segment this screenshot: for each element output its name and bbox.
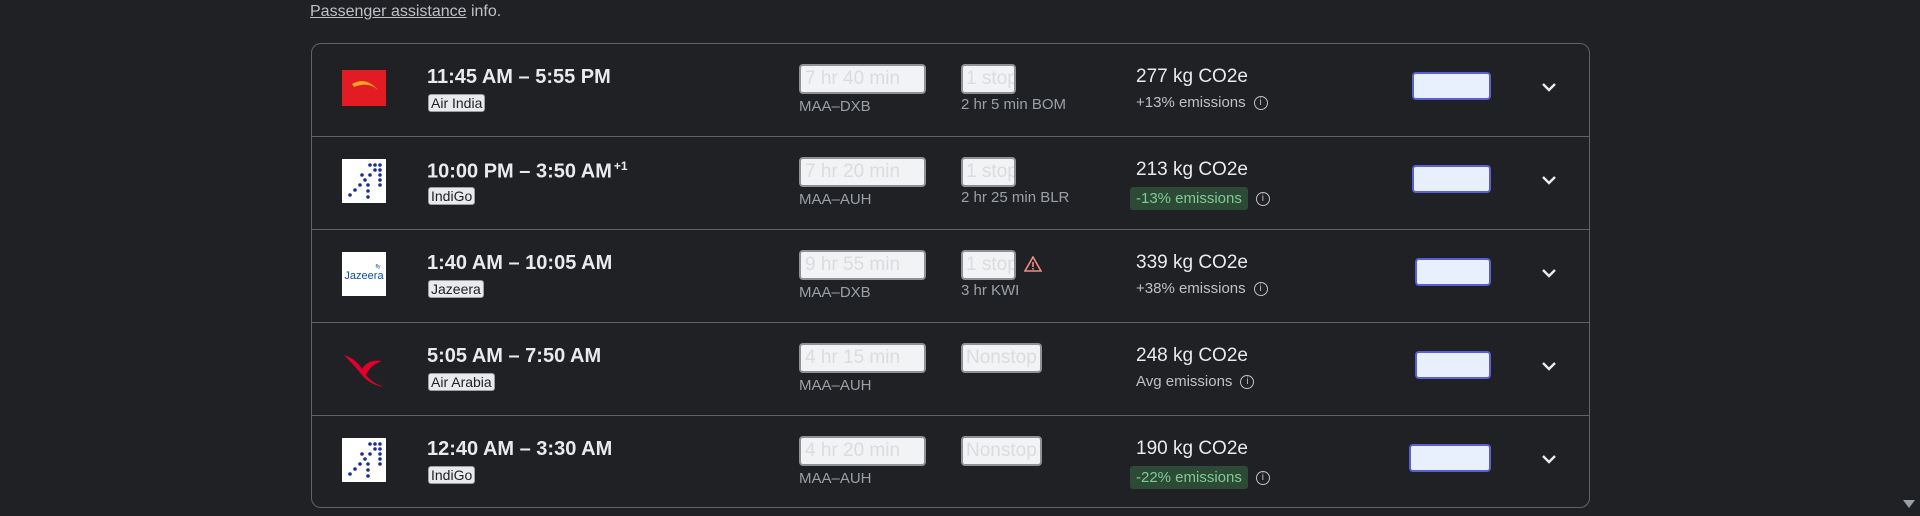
co2-value: 339 kg CO2e xyxy=(1136,252,1248,273)
svg-text:Jazeera: Jazeera xyxy=(344,270,384,282)
duration-field: 4 hr 15 min xyxy=(799,343,926,373)
air-india-logo xyxy=(342,70,386,106)
co2-value: 190 kg CO2e xyxy=(1136,438,1248,459)
emissions-text: +38% emissions xyxy=(1136,280,1246,297)
warning-icon xyxy=(1024,256,1042,272)
indigo-logo xyxy=(342,159,386,203)
co2-value: 213 kg CO2e xyxy=(1136,159,1248,180)
price-button[interactable] xyxy=(1412,165,1491,193)
airline-name: Air India xyxy=(428,94,486,112)
stops-field: 1 stop xyxy=(961,64,1016,94)
stops-field: Nonstop xyxy=(961,343,1042,373)
flight-results-list: 11:45 AM – 5:55 PM Air India 7 hr 40 min… xyxy=(311,43,1590,508)
flight-times: 1:40 AM – 10:05 AM xyxy=(427,252,613,274)
flight-times: 11:45 AM – 5:55 PM xyxy=(427,66,611,88)
duration-field: 4 hr 20 min xyxy=(799,436,926,466)
flight-row[interactable]: Jazeera fly 1:40 AM – 10:05 AM Jazeera 9… xyxy=(312,230,1589,323)
info-icon[interactable]: i xyxy=(1240,374,1255,389)
chevron-down-icon[interactable] xyxy=(1539,263,1559,283)
emissions-info: Avg emissions i xyxy=(1136,373,1255,390)
duration-field: 7 hr 20 min xyxy=(799,157,926,187)
price-button[interactable] xyxy=(1415,258,1491,286)
emissions-badge: -22% emissions xyxy=(1130,466,1248,489)
route-text: MAA–AUH xyxy=(799,191,872,208)
airline-name: Air Arabia xyxy=(428,373,495,391)
duration-field: 7 hr 40 min xyxy=(799,64,926,94)
price-button[interactable] xyxy=(1409,444,1491,472)
info-icon[interactable]: i xyxy=(1253,281,1268,296)
info-icon[interactable]: i xyxy=(1255,470,1270,485)
route-text: MAA–AUH xyxy=(799,377,872,394)
duration-field: 9 hr 55 min xyxy=(799,250,926,280)
svg-text:fly: fly xyxy=(376,264,382,270)
chevron-down-icon[interactable] xyxy=(1539,170,1559,190)
info-icon[interactable]: i xyxy=(1253,95,1268,110)
emissions-info: +38% emissions i xyxy=(1136,280,1268,297)
indigo-logo xyxy=(342,438,386,482)
stops-field: 1 stop xyxy=(961,157,1016,187)
passenger-assistance-note: Passenger assistance info. xyxy=(310,3,501,21)
price-button[interactable] xyxy=(1412,72,1491,100)
flight-times: 12:40 AM – 3:30 AM xyxy=(427,438,613,460)
chevron-down-icon[interactable] xyxy=(1539,356,1559,376)
route-text: MAA–DXB xyxy=(799,98,871,115)
air-arabia-logo xyxy=(342,349,386,387)
co2-value: 277 kg CO2e xyxy=(1136,66,1248,87)
layover-text: 2 hr 5 min BOM xyxy=(961,96,1067,113)
airline-name: IndiGo xyxy=(428,187,476,205)
flight-row[interactable]: 12:40 AM – 3:30 AM IndiGo 4 hr 20 min No… xyxy=(312,416,1589,507)
emissions-info: +13% emissions i xyxy=(1136,94,1268,111)
airline-name: IndiGo xyxy=(428,466,476,484)
airline-name: Jazeera xyxy=(428,280,484,298)
layover-text: 2 hr 25 min BLR xyxy=(961,189,1070,206)
layover-text: 3 hr KWI xyxy=(961,282,1020,299)
flight-times: 10:00 PM – 3:50 AM +1 xyxy=(427,159,628,183)
stops-field: Nonstop xyxy=(961,436,1042,466)
co2-value: 248 kg CO2e xyxy=(1136,345,1248,366)
flight-times: 5:05 AM – 7:50 AM xyxy=(427,345,602,367)
scroll-down-arrow[interactable] xyxy=(1903,500,1915,508)
day-offset: +1 xyxy=(613,159,628,173)
route-text: MAA–AUH xyxy=(799,470,872,487)
stops-field: 1 stop xyxy=(961,250,1016,280)
emissions-text: Avg emissions xyxy=(1136,373,1233,390)
flight-row[interactable]: 10:00 PM – 3:50 AM +1 IndiGo 7 hr 20 min … xyxy=(312,137,1589,230)
info-icon[interactable]: i xyxy=(1255,191,1270,206)
emissions-text: +13% emissions xyxy=(1136,94,1246,111)
passenger-assistance-link[interactable]: Passenger assistance xyxy=(310,3,467,20)
jazeera-logo: Jazeera fly xyxy=(342,252,386,296)
price-button[interactable] xyxy=(1415,351,1491,379)
emissions-info: -22% emissions i xyxy=(1130,466,1270,489)
chevron-down-icon[interactable] xyxy=(1539,449,1559,469)
note-suffix: info. xyxy=(466,3,502,20)
emissions-badge: -13% emissions xyxy=(1130,187,1248,210)
flight-row[interactable]: 11:45 AM – 5:55 PM Air India 7 hr 40 min… xyxy=(312,44,1589,137)
flight-row[interactable]: 5:05 AM – 7:50 AM Air Arabia 4 hr 15 min… xyxy=(312,323,1589,416)
emissions-info: -13% emissions i xyxy=(1130,187,1270,210)
chevron-down-icon[interactable] xyxy=(1539,77,1559,97)
route-text: MAA–DXB xyxy=(799,284,871,301)
